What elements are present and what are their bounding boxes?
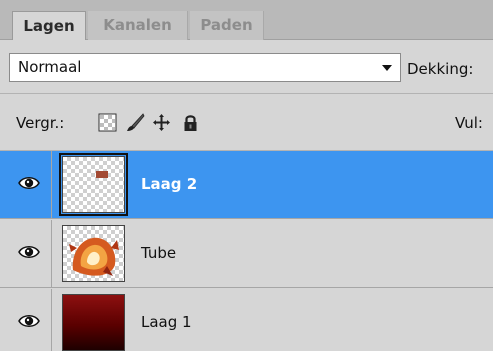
blend-mode-select[interactable]: Normaal [9, 53, 401, 82]
visibility-cell[interactable] [0, 151, 52, 218]
visibility-cell[interactable] [0, 289, 52, 351]
layer-thumbnail[interactable] [62, 225, 125, 282]
blend-mode-value: Normaal [18, 58, 82, 76]
eye-icon[interactable] [18, 313, 40, 329]
opacity-label: Dekking: [407, 60, 474, 78]
lock-row: Vergr.: Vul: [0, 94, 493, 151]
tab-channels[interactable]: Kanalen [88, 11, 188, 40]
eye-icon[interactable] [18, 244, 40, 260]
tab-layers[interactable]: Lagen [12, 11, 86, 40]
lock-label: Vergr.: [16, 114, 65, 132]
lock-all-icon[interactable] [181, 113, 200, 132]
panel-tab-bar: Lagen Kanalen Paden [0, 0, 493, 40]
fill-label: Vul: [455, 114, 483, 132]
lock-image-pixels-icon[interactable] [126, 113, 145, 132]
thumbnail-content [96, 171, 108, 178]
layer-name[interactable]: Laag 2 [141, 175, 197, 193]
lock-position-icon[interactable] [152, 113, 171, 132]
layer-row-tube[interactable]: Tube [0, 220, 493, 288]
layer-row-laag-2[interactable]: Laag 2 [0, 151, 493, 219]
blend-row: Normaal Dekking: [0, 41, 493, 93]
tube-image [69, 237, 119, 276]
layers-panel: Lagen Kanalen Paden Normaal Dekking: Ver… [0, 0, 493, 351]
lock-transparent-pixels-icon[interactable] [98, 113, 117, 132]
layer-row-laag-1[interactable]: Laag 1 [0, 289, 493, 351]
tab-paths[interactable]: Paden [190, 11, 264, 40]
layer-name[interactable]: Laag 1 [141, 313, 192, 331]
layer-name[interactable]: Tube [141, 244, 176, 262]
layer-thumbnail[interactable] [62, 156, 125, 213]
dropdown-arrow-icon [382, 65, 392, 71]
visibility-cell[interactable] [0, 220, 52, 287]
layer-thumbnail[interactable] [62, 294, 125, 351]
eye-icon[interactable] [18, 175, 40, 191]
